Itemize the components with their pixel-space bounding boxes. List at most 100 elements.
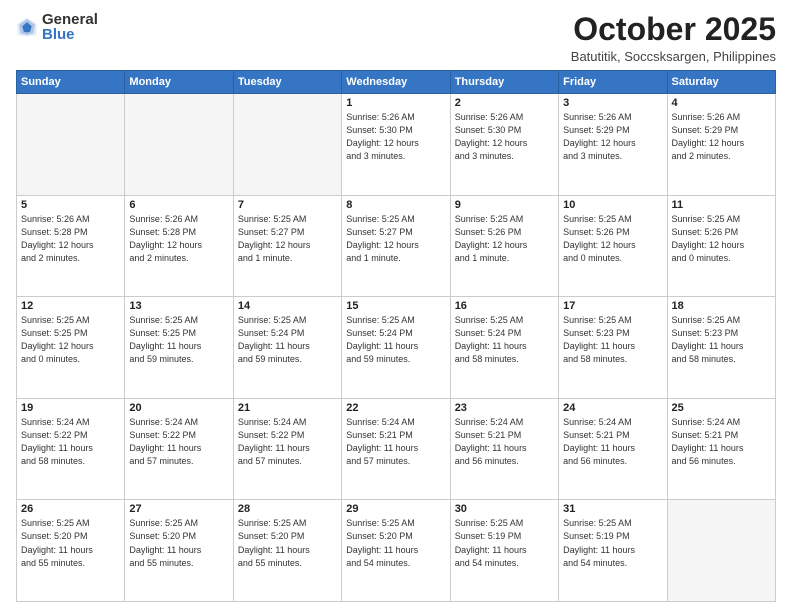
logo: General Blue	[16, 12, 98, 42]
day-info: Sunrise: 5:25 AM Sunset: 5:23 PM Dayligh…	[563, 314, 662, 366]
day-info: Sunrise: 5:25 AM Sunset: 5:24 PM Dayligh…	[346, 314, 445, 366]
day-number: 23	[455, 402, 554, 414]
day-number: 12	[21, 300, 120, 312]
day-number: 13	[129, 300, 228, 312]
day-info: Sunrise: 5:25 AM Sunset: 5:19 PM Dayligh…	[455, 517, 554, 569]
day-number: 7	[238, 199, 337, 211]
col-monday: Monday	[125, 71, 233, 94]
calendar-cell: 7 Sunrise: 5:25 AM Sunset: 5:27 PM Daylig…	[233, 195, 341, 297]
logo-icon	[16, 16, 38, 38]
calendar-cell: 9Sunrise: 5:25 AM Sunset: 5:26 PM Daylig…	[450, 195, 558, 297]
day-number: 5	[21, 199, 120, 211]
calendar-cell: 2 Sunrise: 5:26 AM Sunset: 5:30 PM Daylig…	[450, 94, 558, 196]
calendar-cell	[667, 500, 775, 602]
day-number: 9	[455, 199, 554, 211]
calendar-cell	[17, 94, 125, 196]
day-info: Sunrise: 5:24 AM Sunset: 5:21 PM Dayligh…	[346, 416, 445, 468]
col-sunday: Sunday	[17, 71, 125, 94]
calendar-cell: 1 Sunrise: 5:26 AM Sunset: 5:30 PM Daylig…	[342, 94, 450, 196]
day-info: Sunrise: 5:25 AM Sunset: 5:19 PM Dayligh…	[563, 517, 662, 569]
calendar: Sunday Monday Tuesday Wednesday Thursday…	[16, 70, 776, 602]
day-number: 2	[455, 97, 554, 109]
day-number: 4	[672, 97, 771, 109]
logo-general: General	[42, 12, 98, 27]
day-number: 20	[129, 402, 228, 414]
col-thursday: Thursday	[450, 71, 558, 94]
month-title: October 2025	[571, 12, 776, 47]
day-info: Sunrise: 5:25 AM Sunset: 5:24 PM Dayligh…	[238, 314, 337, 366]
day-number: 29	[346, 503, 445, 515]
calendar-week-2: 12 Sunrise: 5:25 AM Sunset: 5:25 PM Dayli…	[17, 297, 776, 399]
header: General Blue October 2025 Batutitik, Soc…	[16, 12, 776, 64]
day-number: 1	[346, 97, 445, 109]
calendar-cell: 17 Sunrise: 5:25 AM Sunset: 5:23 PM Dayli…	[559, 297, 667, 399]
calendar-cell: 29 Sunrise: 5:25 AM Sunset: 5:20 PM Dayli…	[342, 500, 450, 602]
calendar-cell: 24Sunrise: 5:24 AM Sunset: 5:21 PM Dayli…	[559, 398, 667, 500]
day-number: 16	[455, 300, 554, 312]
day-number: 8	[346, 199, 445, 211]
day-info: Sunrise: 5:25 AM Sunset: 5:24 PM Dayligh…	[455, 314, 554, 366]
day-info: Sunrise: 5:26 AM Sunset: 5:30 PM Dayligh…	[455, 111, 554, 163]
day-number: 27	[129, 503, 228, 515]
calendar-week-4: 26Sunrise: 5:25 AM Sunset: 5:20 PM Dayli…	[17, 500, 776, 602]
day-info: Sunrise: 5:24 AM Sunset: 5:22 PM Dayligh…	[238, 416, 337, 468]
calendar-cell: 4 Sunrise: 5:26 AM Sunset: 5:29 PM Daylig…	[667, 94, 775, 196]
col-saturday: Saturday	[667, 71, 775, 94]
calendar-cell: 5 Sunrise: 5:26 AM Sunset: 5:28 PM Daylig…	[17, 195, 125, 297]
calendar-body: 1 Sunrise: 5:26 AM Sunset: 5:30 PM Daylig…	[17, 94, 776, 602]
day-number: 28	[238, 503, 337, 515]
day-info: Sunrise: 5:24 AM Sunset: 5:21 PM Dayligh…	[563, 416, 662, 468]
day-number: 11	[672, 199, 771, 211]
day-info: Sunrise: 5:25 AM Sunset: 5:26 PM Dayligh…	[672, 213, 771, 265]
day-info: Sunrise: 5:26 AM Sunset: 5:29 PM Dayligh…	[672, 111, 771, 163]
day-info: Sunrise: 5:25 AM Sunset: 5:26 PM Dayligh…	[563, 213, 662, 265]
logo-text: General Blue	[42, 12, 98, 42]
calendar-cell	[233, 94, 341, 196]
calendar-cell: 18Sunrise: 5:25 AM Sunset: 5:23 PM Dayli…	[667, 297, 775, 399]
calendar-cell: 15Sunrise: 5:25 AM Sunset: 5:24 PM Dayli…	[342, 297, 450, 399]
day-info: Sunrise: 5:25 AM Sunset: 5:20 PM Dayligh…	[346, 517, 445, 569]
day-number: 19	[21, 402, 120, 414]
calendar-cell: 14 Sunrise: 5:25 AM Sunset: 5:24 PM Dayli…	[233, 297, 341, 399]
calendar-cell: 12 Sunrise: 5:25 AM Sunset: 5:25 PM Dayli…	[17, 297, 125, 399]
calendar-cell: 20 Sunrise: 5:24 AM Sunset: 5:22 PM Dayli…	[125, 398, 233, 500]
calendar-cell: 30 Sunrise: 5:25 AM Sunset: 5:19 PM Dayli…	[450, 500, 558, 602]
col-wednesday: Wednesday	[342, 71, 450, 94]
day-number: 31	[563, 503, 662, 515]
day-number: 17	[563, 300, 662, 312]
day-number: 14	[238, 300, 337, 312]
calendar-cell: 21Sunrise: 5:24 AM Sunset: 5:22 PM Dayli…	[233, 398, 341, 500]
day-number: 3	[563, 97, 662, 109]
calendar-cell: 16 Sunrise: 5:25 AM Sunset: 5:24 PM Dayli…	[450, 297, 558, 399]
day-info: Sunrise: 5:25 AM Sunset: 5:25 PM Dayligh…	[129, 314, 228, 366]
col-tuesday: Tuesday	[233, 71, 341, 94]
location: Batutitik, Soccsksargen, Philippines	[571, 49, 776, 64]
calendar-cell: 19 Sunrise: 5:24 AM Sunset: 5:22 PM Dayli…	[17, 398, 125, 500]
day-info: Sunrise: 5:26 AM Sunset: 5:30 PM Dayligh…	[346, 111, 445, 163]
title-block: October 2025 Batutitik, Soccsksargen, Ph…	[571, 12, 776, 64]
calendar-week-3: 19 Sunrise: 5:24 AM Sunset: 5:22 PM Dayli…	[17, 398, 776, 500]
calendar-week-0: 1 Sunrise: 5:26 AM Sunset: 5:30 PM Daylig…	[17, 94, 776, 196]
calendar-cell: 13 Sunrise: 5:25 AM Sunset: 5:25 PM Dayli…	[125, 297, 233, 399]
weekday-row: Sunday Monday Tuesday Wednesday Thursday…	[17, 71, 776, 94]
day-info: Sunrise: 5:25 AM Sunset: 5:25 PM Dayligh…	[21, 314, 120, 366]
day-info: Sunrise: 5:25 AM Sunset: 5:27 PM Dayligh…	[346, 213, 445, 265]
calendar-cell: 6Sunrise: 5:26 AM Sunset: 5:28 PM Daylig…	[125, 195, 233, 297]
col-friday: Friday	[559, 71, 667, 94]
calendar-cell: 26Sunrise: 5:25 AM Sunset: 5:20 PM Dayli…	[17, 500, 125, 602]
day-number: 30	[455, 503, 554, 515]
day-info: Sunrise: 5:26 AM Sunset: 5:28 PM Dayligh…	[21, 213, 120, 265]
day-info: Sunrise: 5:24 AM Sunset: 5:21 PM Dayligh…	[672, 416, 771, 468]
calendar-cell: 8 Sunrise: 5:25 AM Sunset: 5:27 PM Daylig…	[342, 195, 450, 297]
day-number: 10	[563, 199, 662, 211]
calendar-cell: 22Sunrise: 5:24 AM Sunset: 5:21 PM Dayli…	[342, 398, 450, 500]
calendar-cell: 25Sunrise: 5:24 AM Sunset: 5:21 PM Dayli…	[667, 398, 775, 500]
day-info: Sunrise: 5:24 AM Sunset: 5:22 PM Dayligh…	[21, 416, 120, 468]
page: General Blue October 2025 Batutitik, Soc…	[0, 0, 792, 612]
day-info: Sunrise: 5:25 AM Sunset: 5:27 PM Dayligh…	[238, 213, 337, 265]
day-info: Sunrise: 5:26 AM Sunset: 5:28 PM Dayligh…	[129, 213, 228, 265]
calendar-week-1: 5 Sunrise: 5:26 AM Sunset: 5:28 PM Daylig…	[17, 195, 776, 297]
calendar-cell	[125, 94, 233, 196]
day-info: Sunrise: 5:26 AM Sunset: 5:29 PM Dayligh…	[563, 111, 662, 163]
day-info: Sunrise: 5:24 AM Sunset: 5:22 PM Dayligh…	[129, 416, 228, 468]
